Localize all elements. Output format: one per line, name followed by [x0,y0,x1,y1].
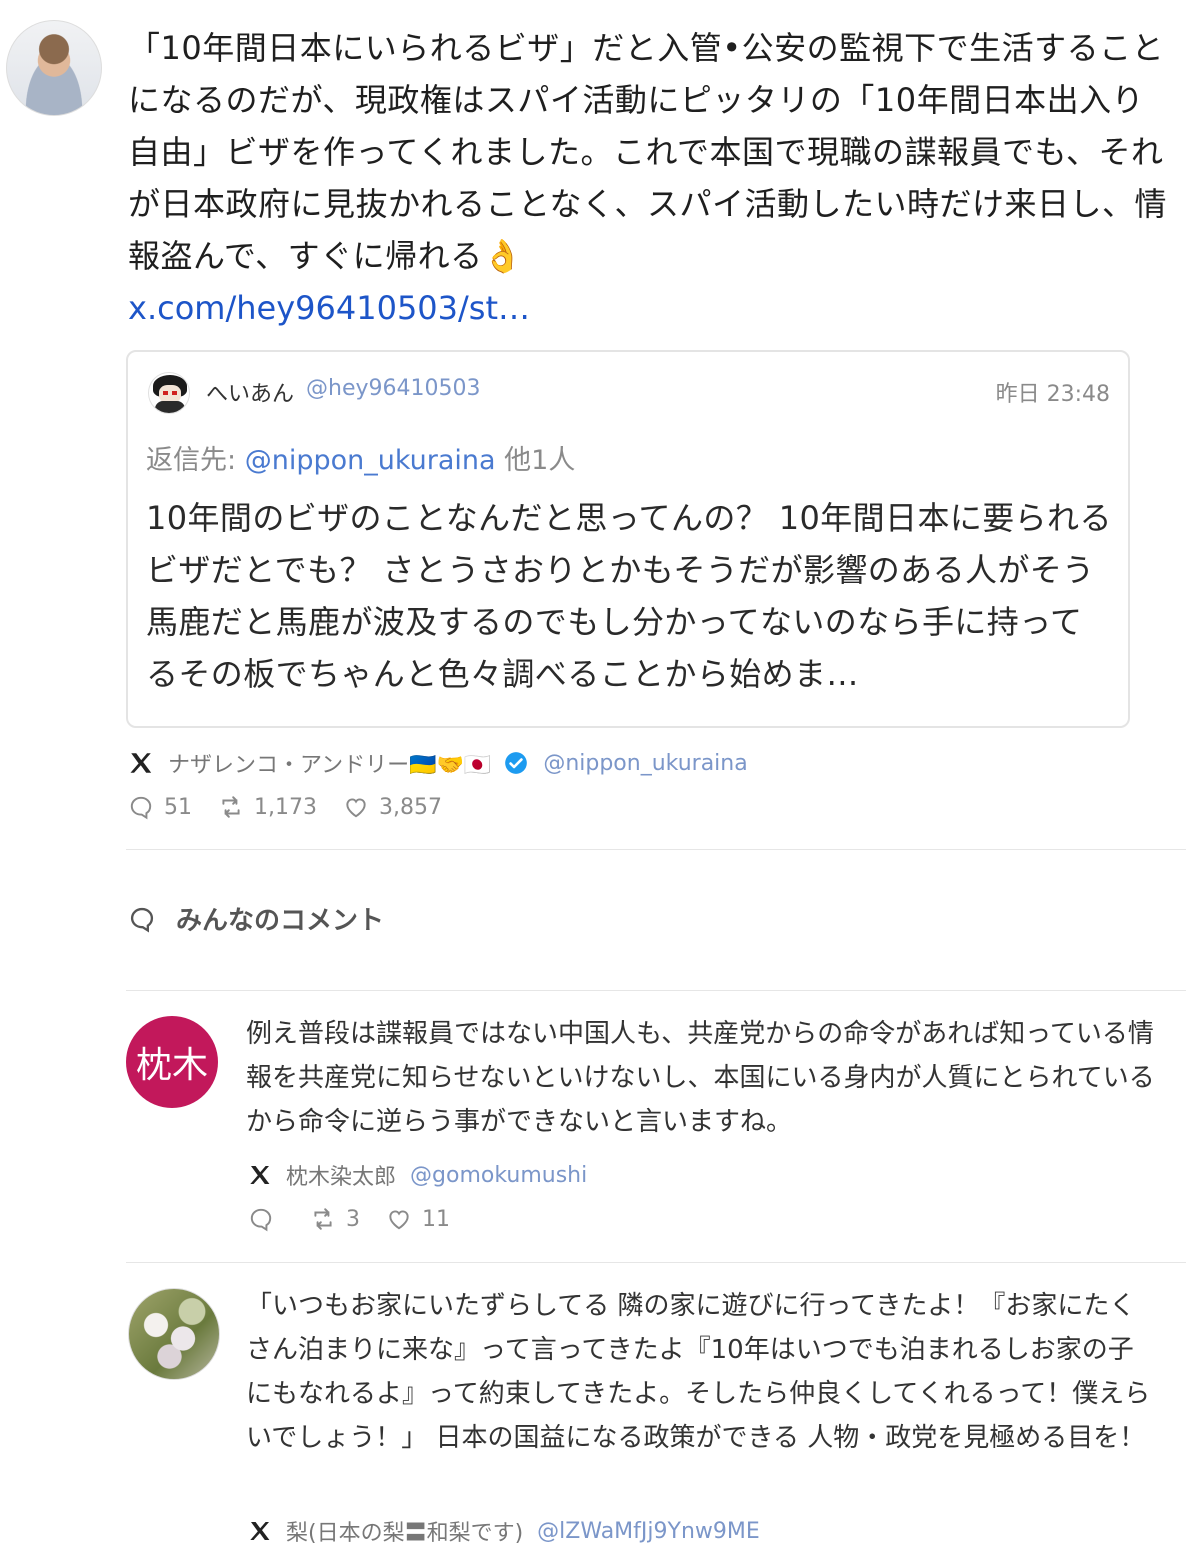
quoted-tweet-card[interactable]: へいあん @hey96410503 昨日 23:48 返信先: @nippon_… [126,350,1130,728]
comment-author-name[interactable]: 梨(日本の梨〓和梨です) [286,1515,523,1544]
heart-icon [389,1210,409,1230]
comments-header: みんなのコメント [128,900,384,937]
comment-icon [130,907,154,933]
post-text: 「10年間日本にいられるビザ」だと入管•公安の監視下で生活することになるのだが、… [128,29,1168,275]
comment-author-name[interactable]: 枕木染太郎 [286,1159,396,1191]
comment-stats: 3 11 [248,1204,476,1234]
divider [126,990,1186,991]
retweet-icon [222,796,240,818]
comment-text: 例え普段は諜報員ではない中国人も、共産党からの命令があれば知っている情報を共産党… [246,1019,1155,1137]
reply-prefix: 返信先: [146,445,237,476]
reply-stat[interactable] [248,1206,284,1232]
comment-source: 枕木染太郎 @gomokumushi [248,1160,587,1190]
comments-title: みんなのコメント [176,906,385,936]
retweet-stat[interactable]: 3 [310,1206,360,1232]
reply-to-line: 返信先: @nippon_ukuraina 他1人 [146,438,575,477]
quoted-timestamp: 昨日 23:48 [995,382,1110,407]
reply-icon [250,1208,272,1232]
comment-avatar[interactable]: 枕木 [126,1016,218,1108]
comment-avatar[interactable] [128,1288,220,1380]
quoted-author-handle[interactable]: @hey96410503 [306,376,480,401]
comment-author-handle[interactable]: @gomokumushi [410,1163,587,1188]
retweet-count: 1,173 [254,794,317,820]
x-logo-icon [250,1166,270,1184]
verified-badge-icon [505,752,528,774]
comment-text: 「いつもお家にいたずらしてる 隣の家に遊びに行ってきたよ！『お家にたくさん泊まり… [246,1291,1151,1453]
like-count: 11 [422,1206,450,1232]
like-stat[interactable]: 11 [386,1206,450,1232]
retweet-stat[interactable]: 1,173 [218,794,317,820]
quoted-tweet-body: 10年間のビザのことなんだと思ってんの？ 10年間日本に要られるビザだとでも？ … [146,499,1112,693]
comment-source: 梨(日本の梨〓和梨です) @lZWaMfJj9Ynw9ME [248,1516,760,1544]
divider [126,849,1186,850]
quoted-author-avatar[interactable] [148,372,190,414]
x-logo-icon [130,753,152,773]
source-author-name[interactable]: ナザレンコ・アンドリー🇺🇦🤝🇯🇵 [168,747,491,779]
source-author-handle[interactable]: @nippon_ukuraina [543,751,747,776]
x-logo-icon [250,1522,270,1540]
quoted-author-name[interactable]: へいあん [206,376,294,408]
reply-count: 51 [164,794,192,820]
comment-author-handle[interactable]: @lZWaMfJj9Ynw9ME [537,1519,760,1544]
like-count: 3,857 [378,794,442,820]
post-stats: 51 1,173 3,857 [128,792,468,822]
reply-others: 他1人 [504,445,576,476]
retweet-icon [314,1208,332,1230]
post-link[interactable]: x.com/hey96410503/st… [128,282,530,334]
source-attribution: ナザレンコ・アンドリー🇺🇦🤝🇯🇵 @nippon_ukuraina [128,748,748,778]
reply-stat[interactable]: 51 [128,794,192,820]
divider [126,1262,1186,1263]
like-stat[interactable]: 3,857 [343,794,442,820]
post-author-avatar[interactable] [6,20,102,116]
reply-icon [130,796,152,820]
heart-icon [346,798,366,818]
reply-mention-link[interactable]: @nippon_ukuraina [245,445,496,476]
retweet-count: 3 [346,1206,360,1232]
